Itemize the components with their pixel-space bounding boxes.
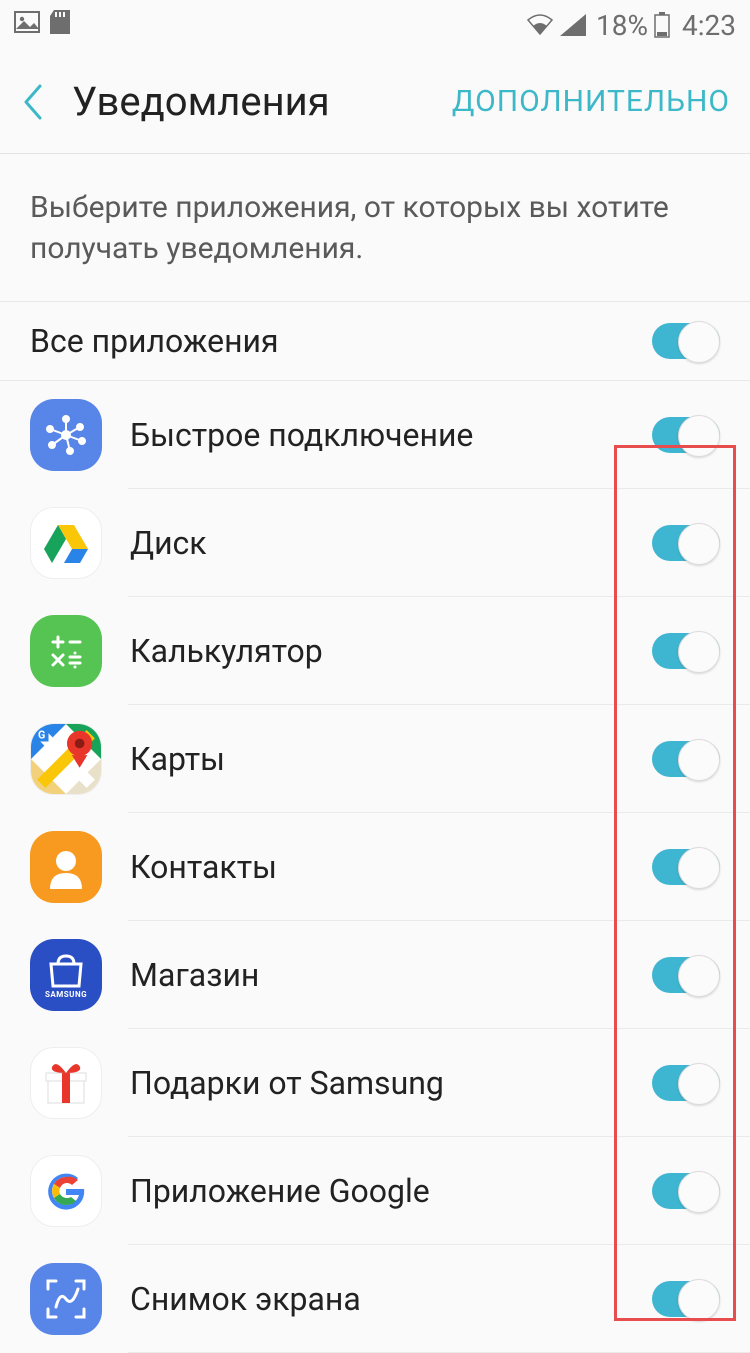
app-toggle[interactable] [652,633,720,669]
picture-icon [14,10,40,40]
screenshot-icon [30,1263,102,1335]
advanced-button[interactable]: ДОПОЛНИТЕЛЬНО [452,84,730,119]
page-title: Уведомления [72,78,452,125]
app-label: Приложение Google [130,1172,652,1210]
back-button[interactable] [22,84,62,120]
app-list: Быстрое подключение Диск Калькулятор G К… [0,381,750,1353]
app-toggle[interactable] [652,849,720,885]
store-icon: SAMSUNG [30,939,102,1011]
app-row-maps[interactable]: G Карты [0,705,750,813]
app-row-quick-connect[interactable]: Быстрое подключение [0,381,750,489]
app-label: Быстрое подключение [130,416,652,454]
app-label: Контакты [130,848,652,886]
app-label: Снимок экрана [130,1280,652,1318]
header: Уведомления ДОПОЛНИТЕЛЬНО [0,50,750,154]
clock-text: 4:23 [682,9,736,42]
status-bar: 18% 4:23 [0,0,750,50]
app-toggle[interactable] [652,417,720,453]
app-toggle[interactable] [652,525,720,561]
all-apps-label: Все приложения [30,322,279,360]
wifi-icon [526,14,554,36]
drive-icon [30,507,102,579]
svg-text:G: G [38,729,45,742]
app-row-contacts[interactable]: Контакты [0,813,750,921]
app-label: Карты [130,740,652,778]
app-row-gifts[interactable]: Подарки от Samsung [0,1029,750,1137]
battery-pct: 18% [596,9,648,42]
app-label: Подарки от Samsung [130,1064,652,1102]
status-right: 18% 4:23 [526,9,736,42]
google-icon [30,1155,102,1227]
app-label: Магазин [130,956,652,994]
quick-connect-icon [30,399,102,471]
app-row-drive[interactable]: Диск [0,489,750,597]
svg-text:SAMSUNG: SAMSUNG [45,990,87,999]
signal-icon [560,14,586,36]
app-row-calculator[interactable]: Калькулятор [0,597,750,705]
app-label: Калькулятор [130,632,652,670]
app-toggle[interactable] [652,741,720,777]
contacts-icon [30,831,102,903]
all-apps-toggle[interactable] [652,323,720,359]
all-apps-row[interactable]: Все приложения [0,302,750,381]
battery-icon [654,12,670,38]
app-toggle[interactable] [652,1173,720,1209]
description-text: Выберите приложения, от которых вы хотит… [0,154,750,302]
app-label: Диск [130,524,652,562]
maps-icon: G [30,723,102,795]
status-left [14,10,70,41]
app-row-google[interactable]: Приложение Google [0,1137,750,1245]
app-toggle[interactable] [652,1281,720,1317]
sd-card-icon [50,10,70,41]
app-row-store[interactable]: SAMSUNG Магазин [0,921,750,1029]
app-row-screenshot[interactable]: Снимок экрана [0,1245,750,1353]
calculator-icon [30,615,102,687]
gifts-icon [30,1047,102,1119]
chevron-left-icon [22,84,44,120]
app-toggle[interactable] [652,1065,720,1101]
app-toggle[interactable] [652,957,720,993]
